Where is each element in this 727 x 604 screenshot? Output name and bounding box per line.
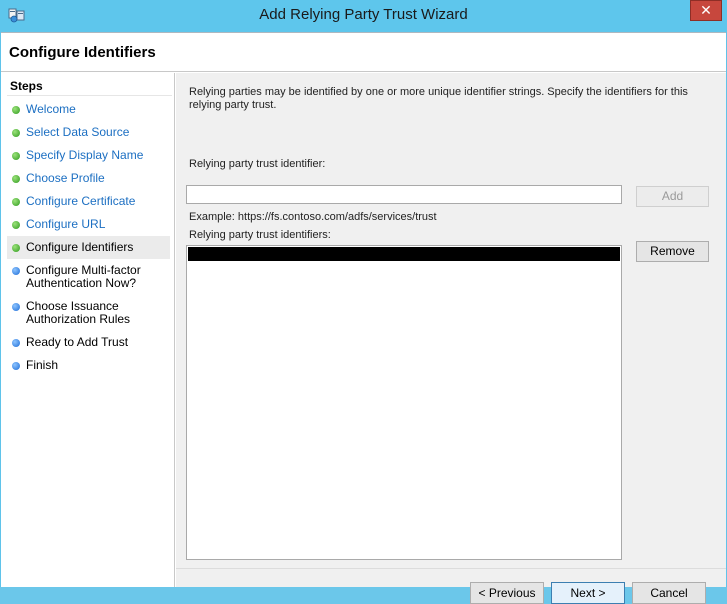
step-welcome[interactable]: Welcome: [7, 103, 170, 116]
step-complete-icon: [12, 175, 20, 183]
step-complete-icon: [12, 106, 20, 114]
step-label: Ready to Add Trust: [26, 335, 129, 349]
step-complete-icon: [12, 198, 20, 206]
identifier-label: Relying party trust identifier:: [189, 158, 326, 170]
wizard-window: Add Relying Party Trust Wizard ✕ Configu…: [0, 0, 727, 604]
step-label: Select Data Source: [26, 125, 130, 139]
page-title: Configure Identifiers: [9, 44, 156, 61]
next-button[interactable]: Next >: [551, 582, 625, 604]
step-pending-icon: [12, 339, 20, 347]
intro-text: Relying parties may be identified by one…: [189, 86, 688, 111]
step-complete-icon: [12, 129, 20, 137]
step-pending-icon: [12, 362, 20, 370]
title-bar[interactable]: Add Relying Party Trust Wizard ✕: [0, 0, 727, 32]
step-label: Choose Issuance Authorization Rules: [26, 299, 131, 326]
step-configure-mfa: Configure Multi-factor Authentication No…: [7, 264, 170, 290]
content-pane: Relying parties may be identified by one…: [176, 73, 726, 604]
step-label: Specify Display Name: [26, 148, 144, 162]
close-button[interactable]: ✕: [690, 0, 722, 21]
example-text: Example: https://fs.contoso.com/adfs/ser…: [189, 211, 437, 223]
step-label: Choose Profile: [26, 171, 105, 185]
identifiers-list[interactable]: [186, 245, 622, 560]
page-header: Configure Identifiers: [1, 33, 726, 72]
step-choose-profile[interactable]: Choose Profile: [7, 172, 170, 185]
step-label: Welcome: [26, 102, 76, 116]
window-title: Add Relying Party Trust Wizard: [259, 6, 468, 23]
step-pending-icon: [12, 267, 20, 275]
step-complete-icon: [12, 221, 20, 229]
add-button[interactable]: Add: [636, 186, 709, 207]
steps-heading: Steps: [10, 79, 43, 93]
step-pending-icon: [12, 303, 20, 311]
step-label: Finish: [26, 358, 59, 372]
identifier-input[interactable]: [186, 185, 622, 204]
step-complete-icon: [12, 152, 20, 160]
step-label: Configure Identifiers: [26, 240, 134, 254]
step-choose-issuance-rules: Choose Issuance Authorization Rules: [7, 300, 170, 326]
step-select-data-source[interactable]: Select Data Source: [7, 126, 170, 139]
step-configure-certificate[interactable]: Configure Certificate: [7, 195, 170, 208]
step-finish: Finish: [7, 359, 170, 372]
footer-divider: [176, 568, 726, 569]
steps-pane: Steps Welcome Select Data Source Specify…: [1, 73, 175, 587]
step-ready-to-add-trust: Ready to Add Trust: [7, 336, 170, 349]
previous-button[interactable]: < Previous: [470, 582, 544, 604]
step-specify-display-name[interactable]: Specify Display Name: [7, 149, 170, 162]
cancel-button[interactable]: Cancel: [632, 582, 706, 604]
step-configure-identifiers: Configure Identifiers: [7, 236, 170, 259]
step-configure-url[interactable]: Configure URL: [7, 218, 170, 231]
list-item-selected[interactable]: [188, 247, 620, 261]
step-label: Configure Certificate: [26, 194, 136, 208]
identifiers-label: Relying party trust identifiers:: [189, 229, 331, 241]
step-label: Configure URL: [26, 217, 106, 231]
steps-divider: [7, 95, 172, 96]
remove-button[interactable]: Remove: [636, 241, 709, 262]
step-current-icon: [12, 244, 20, 252]
wizard-client-area: Configure Identifiers Steps Welcome Sele…: [1, 32, 726, 604]
step-label: Configure Multi-factor Authentication No…: [26, 263, 141, 290]
